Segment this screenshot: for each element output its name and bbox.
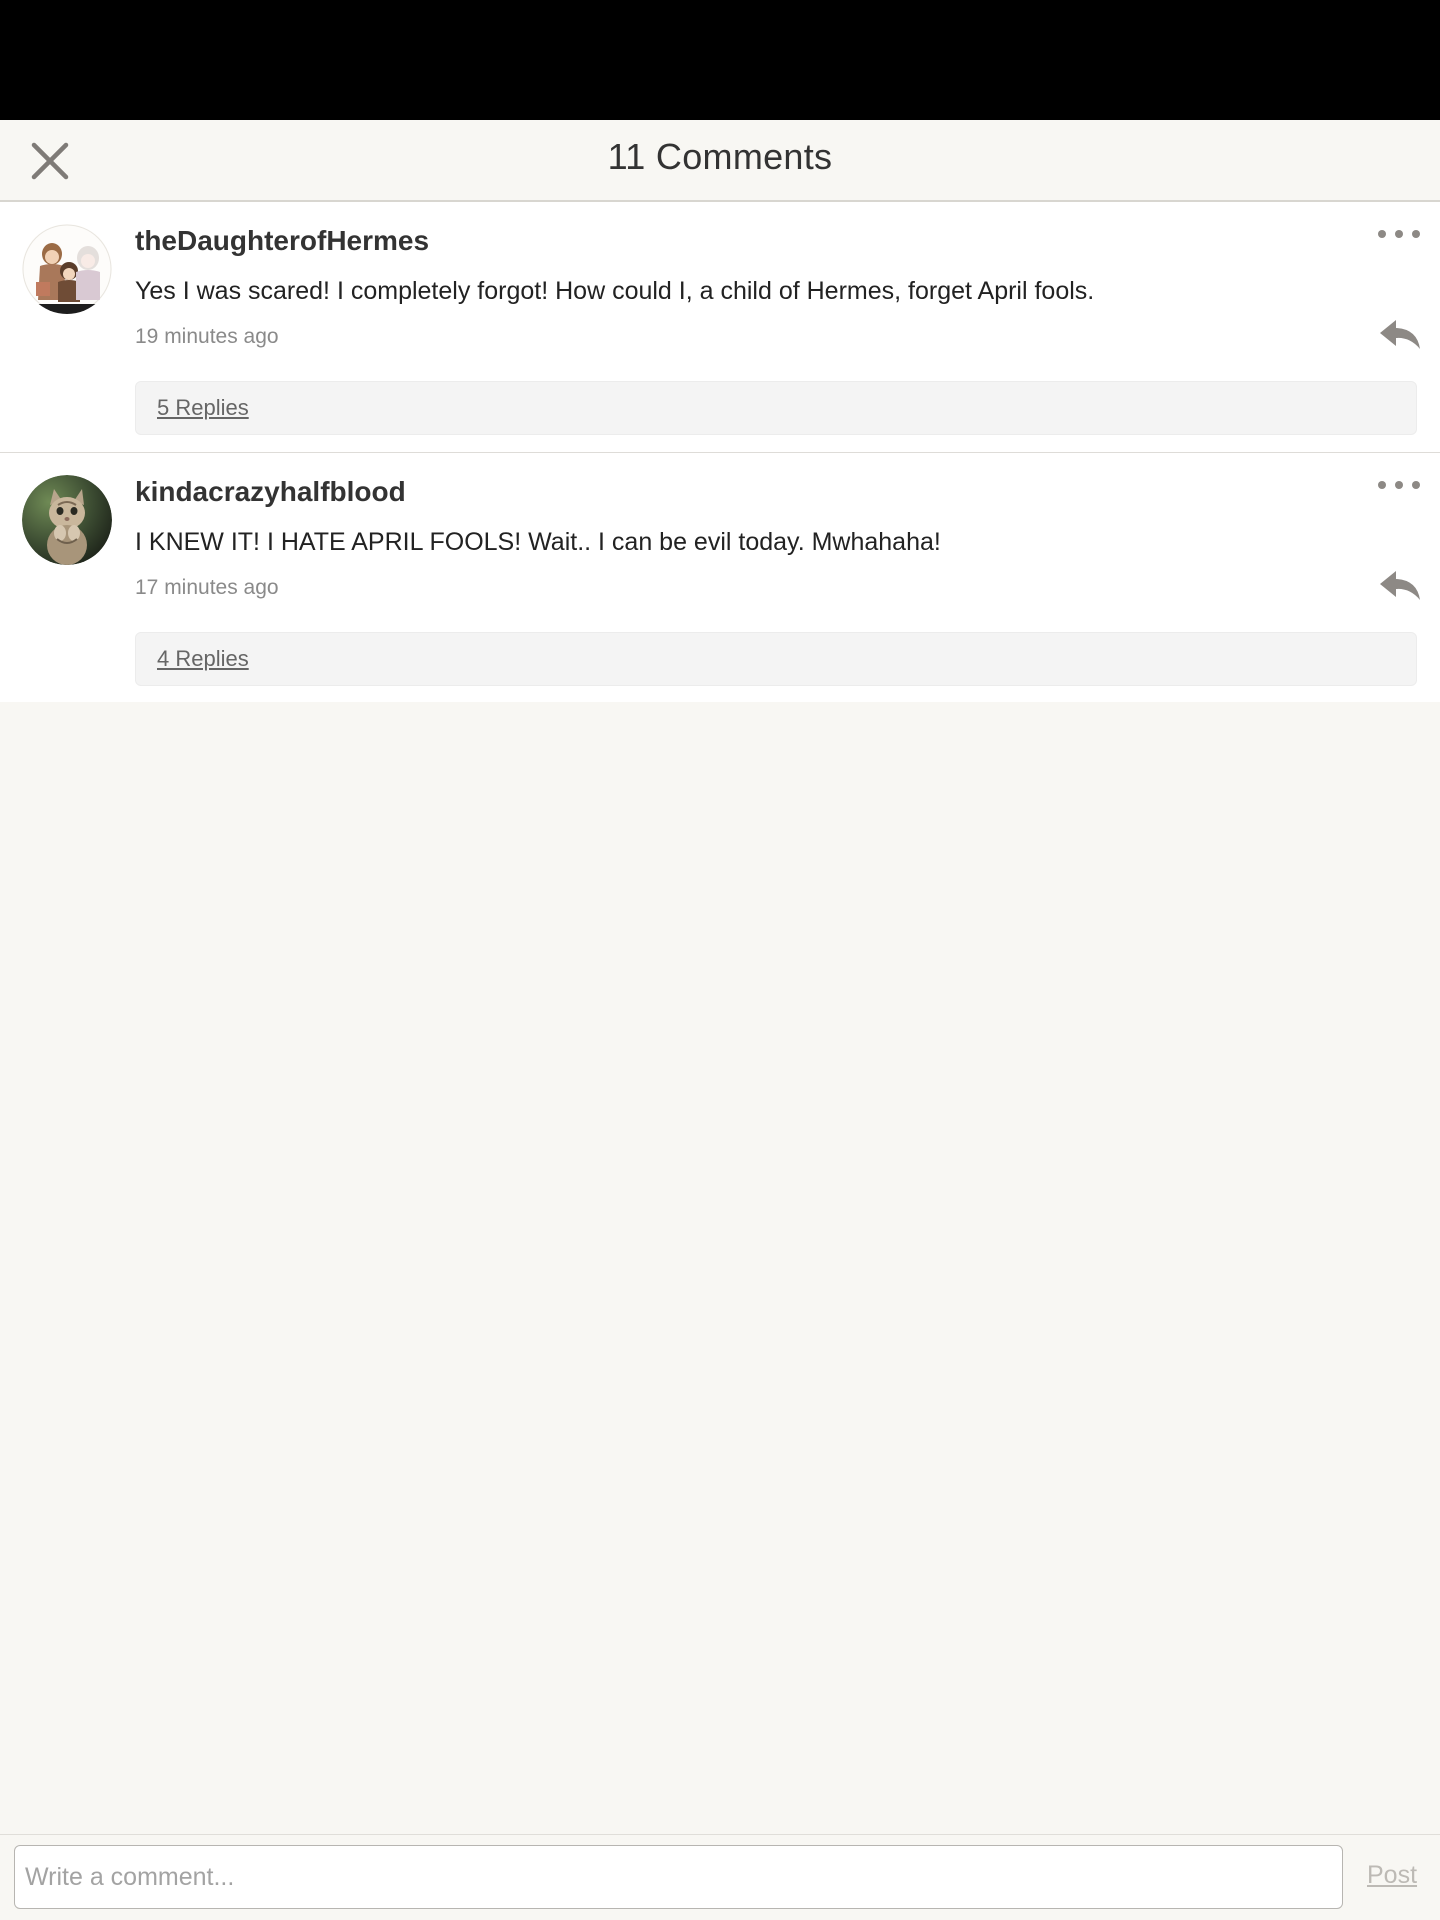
avatar[interactable] — [22, 224, 112, 314]
more-options-button[interactable] — [1378, 224, 1420, 244]
avatar[interactable] — [22, 475, 112, 565]
comment-composer: Post — [0, 1834, 1440, 1920]
more-options-button[interactable] — [1378, 475, 1420, 495]
comment-username[interactable]: theDaughterofHermes — [135, 225, 429, 257]
replies-bar[interactable]: 5 Replies — [135, 381, 1417, 435]
comment-text: I KNEW IT! I HATE APRIL FOOLS! Wait.. I … — [135, 528, 941, 556]
kitten-photo-avatar — [22, 475, 112, 565]
comments-header: 11 Comments — [0, 120, 1440, 202]
reply-icon[interactable] — [1378, 567, 1422, 605]
reply-icon[interactable] — [1378, 316, 1422, 354]
post-button[interactable]: Post — [1367, 1861, 1417, 1890]
comment-text: Yes I was scared! I completely forgot! H… — [135, 277, 1095, 305]
anime-characters-avatar — [22, 224, 112, 314]
dot-icon — [1412, 481, 1420, 489]
dot-icon — [1395, 230, 1403, 238]
comment-list: theDaughterofHermes Yes I was scared! I … — [0, 202, 1440, 702]
comment-timestamp: 17 minutes ago — [135, 576, 279, 599]
dot-icon — [1412, 230, 1420, 238]
replies-bar[interactable]: 4 Replies — [135, 632, 1417, 686]
view-replies-link[interactable]: 4 Replies — [157, 646, 249, 672]
view-replies-link[interactable]: 5 Replies — [157, 395, 249, 421]
comment-input[interactable] — [14, 1845, 1343, 1909]
dot-icon — [1378, 230, 1386, 238]
comment-username[interactable]: kindacrazyhalfblood — [135, 476, 406, 508]
comment-item: kindacrazyhalfblood I KNEW IT! I HATE AP… — [0, 452, 1440, 702]
dot-icon — [1395, 481, 1403, 489]
comment-timestamp: 19 minutes ago — [135, 325, 279, 348]
status-bar — [0, 0, 1440, 120]
page-title: 11 Comments — [607, 136, 833, 177]
comment-item: theDaughterofHermes Yes I was scared! I … — [0, 202, 1440, 452]
dot-icon — [1378, 481, 1386, 489]
